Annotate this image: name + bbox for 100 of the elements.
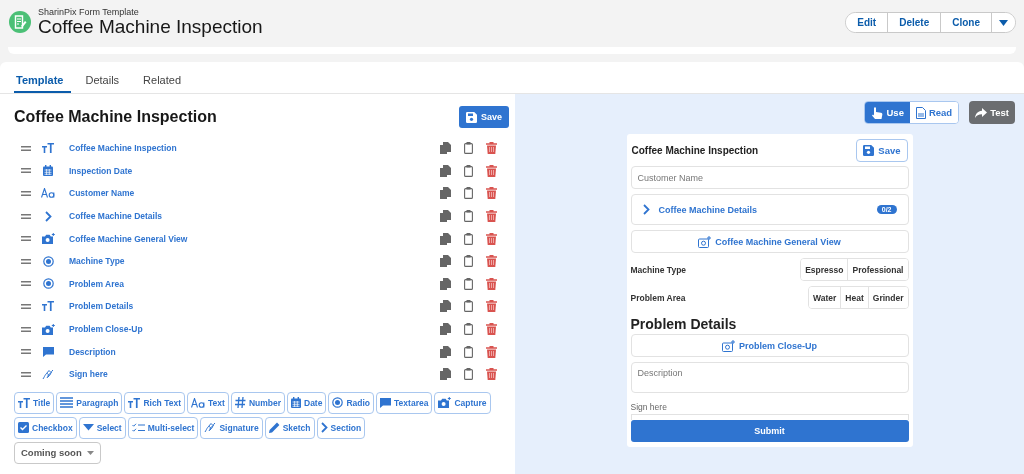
radio-icon <box>42 278 54 290</box>
copy-icon[interactable] <box>440 277 451 290</box>
copy-icon[interactable] <box>440 210 451 223</box>
add-field-button[interactable]: Text <box>187 391 229 414</box>
field-label[interactable]: Coffee Machine Details <box>69 211 440 222</box>
add-field-button[interactable]: Title <box>14 391 55 414</box>
drag-handle-icon[interactable] <box>21 168 31 174</box>
form-title: Coffee Machine Inspection <box>631 144 759 156</box>
field-label[interactable]: Problem Area <box>69 278 440 289</box>
copy-icon[interactable] <box>440 255 451 268</box>
clipboard-icon[interactable] <box>464 142 473 155</box>
add-field-button[interactable]: Rich Text <box>124 391 185 414</box>
copy-icon[interactable] <box>440 300 451 313</box>
add-field-button[interactable]: Capture <box>434 391 491 414</box>
field-label[interactable]: Problem Close-Up <box>69 324 440 335</box>
add-field-button[interactable]: Section <box>316 416 366 439</box>
drag-handle-icon[interactable] <box>21 236 31 242</box>
delete-icon[interactable] <box>486 142 497 155</box>
copy-icon[interactable] <box>440 345 451 358</box>
clipboard-icon[interactable] <box>464 345 473 358</box>
clipboard-icon[interactable] <box>464 277 473 290</box>
copy-icon[interactable] <box>440 142 451 155</box>
delete-icon[interactable] <box>486 323 497 336</box>
save-icon <box>863 144 875 156</box>
text-size-icon <box>128 397 141 408</box>
delete-icon[interactable] <box>486 255 497 268</box>
delete-icon[interactable] <box>486 232 497 245</box>
delete-icon[interactable] <box>486 187 497 200</box>
mode-button[interactable]: Use <box>865 102 910 123</box>
clipboard-icon[interactable] <box>464 323 473 336</box>
add-field-button[interactable]: Date <box>287 391 327 414</box>
clipboard-icon[interactable] <box>464 164 473 177</box>
field-label[interactable]: Sign here <box>69 369 440 380</box>
add-field-button[interactable]: Radio <box>328 391 375 414</box>
copy-icon[interactable] <box>440 164 451 177</box>
tab[interactable]: Template <box>14 68 72 93</box>
caret-down-icon <box>999 19 1008 26</box>
copy-icon[interactable] <box>440 323 451 336</box>
calendar-icon <box>291 397 301 409</box>
add-field-button[interactable]: Checkbox <box>14 416 77 439</box>
drag-handle-icon[interactable] <box>21 145 31 151</box>
add-field-button[interactable]: Sketch <box>264 416 315 439</box>
save-button[interactable]: Save <box>458 106 509 128</box>
tab[interactable]: Details <box>75 68 130 93</box>
add-field-button[interactable]: Signature <box>200 416 263 439</box>
clipboard-icon[interactable] <box>464 300 473 313</box>
tab[interactable]: Related <box>133 68 192 93</box>
field-label[interactable]: Coffee Machine General View <box>69 233 440 244</box>
field-label[interactable]: Inspection Date <box>69 165 440 176</box>
drag-handle-icon[interactable] <box>21 258 31 264</box>
photo-capture-button[interactable]: Problem Close-Up <box>630 334 909 357</box>
option-button[interactable]: Water <box>809 287 842 308</box>
field-label[interactable]: Problem Details <box>69 301 440 312</box>
add-field-button[interactable]: Paragraph <box>56 391 123 414</box>
option-button[interactable]: Espresso <box>801 259 849 280</box>
delete-icon[interactable] <box>486 300 497 313</box>
field-label[interactable]: Machine Type <box>69 256 440 267</box>
delete-icon[interactable] <box>486 277 497 290</box>
add-field-button[interactable]: Select <box>78 416 126 439</box>
camera-icon <box>41 323 55 335</box>
copy-icon[interactable] <box>440 187 451 200</box>
clipboard-icon[interactable] <box>464 255 473 268</box>
drag-handle-icon[interactable] <box>21 349 31 355</box>
clipboard-icon[interactable] <box>464 210 473 223</box>
text-input-field[interactable]: Customer Name <box>630 166 909 189</box>
field-label[interactable]: Customer Name <box>69 188 440 199</box>
field-label[interactable]: Coffee Machine Inspection <box>69 143 440 154</box>
delete-icon[interactable] <box>486 164 497 177</box>
save-button[interactable]: Save <box>856 138 908 162</box>
textarea-field[interactable]: Description <box>630 362 909 393</box>
clipboard-icon[interactable] <box>464 187 473 200</box>
drag-handle-icon[interactable] <box>21 371 31 377</box>
drag-handle-icon[interactable] <box>21 213 31 219</box>
drag-handle-icon[interactable] <box>21 281 31 287</box>
test-button[interactable]: Test <box>969 101 1015 124</box>
header-action-button[interactable]: Edit <box>846 13 889 32</box>
copy-icon[interactable] <box>440 232 451 245</box>
delete-icon[interactable] <box>486 368 497 381</box>
comment-icon <box>42 346 54 357</box>
field-label[interactable]: Description <box>69 346 440 357</box>
drag-handle-icon[interactable] <box>21 326 31 332</box>
clipboard-icon[interactable] <box>464 232 473 245</box>
delete-icon[interactable] <box>486 210 497 223</box>
share-arrow-icon <box>975 107 988 118</box>
camera-icon <box>438 397 452 409</box>
add-field-button[interactable]: Textarea <box>376 391 433 414</box>
delete-icon[interactable] <box>486 345 497 358</box>
submit-button[interactable]: Submit <box>630 420 909 442</box>
photo-capture-button[interactable]: Coffee Machine General View <box>630 230 909 253</box>
object-type-label: SharinPix Form Template <box>38 7 140 18</box>
clipboard-icon[interactable] <box>464 368 473 381</box>
copy-icon[interactable] <box>440 368 451 381</box>
signature-icon <box>42 368 54 380</box>
add-field-button[interactable]: Number <box>230 391 285 414</box>
drag-handle-icon[interactable] <box>21 191 31 196</box>
drag-handle-icon[interactable] <box>21 303 31 309</box>
coming-soon-dropdown[interactable]: Coming soon <box>14 441 101 464</box>
add-field-button[interactable]: Multi-select <box>127 416 199 439</box>
chevron-right-icon <box>642 204 650 215</box>
document-icon <box>915 106 926 119</box>
